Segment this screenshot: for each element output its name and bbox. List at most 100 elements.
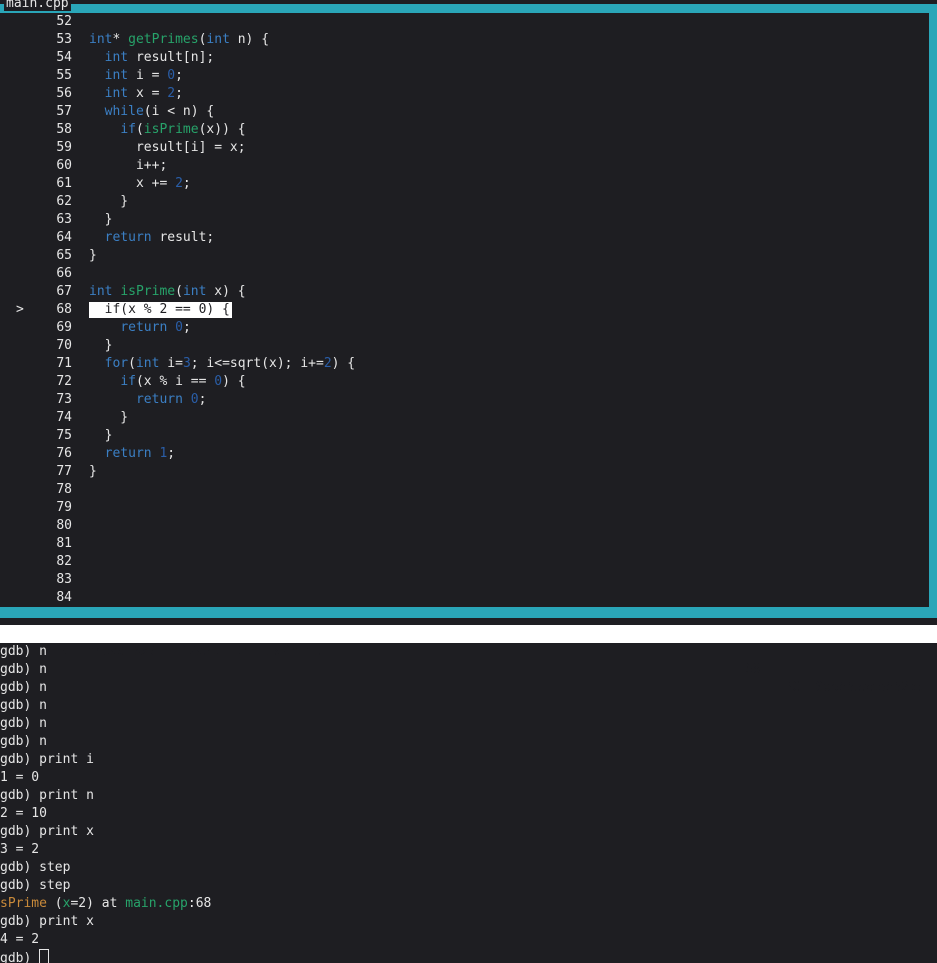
source-line: 82 (0, 553, 929, 571)
line-number: 74 (56, 410, 72, 425)
source-line: 69 return 0; (0, 319, 929, 337)
line-code: int x = 2; (104, 86, 183, 101)
line-number: 68 (56, 302, 72, 317)
line-number: 53 (56, 32, 72, 47)
source-window[interactable]: 52 53 int* getPrimes(int n) { 54 int result… (0, 13, 929, 607)
line-number: 73 (56, 392, 72, 407)
command-line: gdb) n (0, 698, 47, 713)
line-number: 77 (56, 464, 72, 479)
current-line-marker: > (16, 302, 24, 317)
source-line: 61 x += 2; (0, 175, 929, 193)
line-number: 52 (56, 14, 72, 29)
line-number: 71 (56, 356, 72, 371)
line-code: x += 2; (89, 176, 191, 191)
line-code: if(isPrime(x)) { (120, 122, 246, 137)
command-line: gdb) step (0, 860, 71, 875)
source-line: 66 (0, 265, 929, 283)
line-number: 54 (56, 50, 72, 65)
source-line: 83 (0, 571, 929, 589)
source-lines: 52 53 int* getPrimes(int n) { 54 int result… (0, 13, 929, 607)
line-code: return 0; (120, 320, 191, 335)
line-number: 80 (56, 518, 72, 533)
line-number: 78 (56, 482, 72, 497)
command-line: gdb) print x (0, 914, 94, 929)
command-window[interactable]: gdb) n gdb) n gdb) n gdb) n gdb) n gdb) n gdb)… (0, 643, 937, 963)
line-number: 83 (56, 572, 72, 587)
command-line: 4 = 2 (0, 932, 40, 947)
line-code: if(x % i == 0) { (120, 374, 246, 389)
line-code: } (89, 248, 97, 263)
line-code: while(i < n) { (104, 104, 215, 119)
line-code: int isPrime(int x) { (89, 284, 246, 299)
line-number: 62 (56, 194, 72, 209)
command-line: gdb) print n (0, 788, 94, 803)
source-line: 63 } (0, 211, 929, 229)
source-line: 65} (0, 247, 929, 265)
line-code: } (89, 410, 129, 425)
source-line: 78 (0, 481, 929, 499)
line-number: 75 (56, 428, 72, 443)
command-history-after: gdb) print x 4 = 2 (0, 913, 937, 949)
line-code: return 0; (135, 392, 207, 407)
line-number: 56 (56, 86, 72, 101)
line-number: 61 (56, 176, 72, 191)
source-line: 70 } (0, 337, 929, 355)
command-line: gdb) n (0, 662, 47, 677)
source-line: 57 while(i < n) { (0, 103, 929, 121)
line-number: 82 (56, 554, 72, 569)
line-code: int result[n]; (104, 50, 215, 65)
source-line: 81 (0, 535, 929, 553)
source-line: 77} (0, 463, 929, 481)
source-line: 67 int isPrime(int x) { (0, 283, 929, 301)
line-number: 67 (56, 284, 72, 299)
line-code: result[i] = x; (89, 140, 246, 155)
source-line: 73 return 0; (0, 391, 929, 409)
line-code: i++; (89, 158, 168, 173)
line-code: return result; (104, 230, 215, 245)
frame-open-paren: ( (46, 896, 63, 911)
source-line: >68 if(x % 2 == 0) { (0, 301, 929, 319)
line-number: 60 (56, 158, 72, 173)
line-number: 70 (56, 338, 72, 353)
line-number: 81 (56, 536, 72, 551)
current-line-highlight: if(x % 2 == 0) { (89, 302, 232, 318)
line-number: 59 (56, 140, 72, 155)
line-number: 72 (56, 374, 72, 389)
source-line: 56 int x = 2; (0, 85, 929, 103)
command-line: gdb) print x (0, 824, 94, 839)
source-line: 60 i++; (0, 157, 929, 175)
command-line: 3 = 2 (0, 842, 40, 857)
line-number: 57 (56, 104, 72, 119)
source-line: 54 int result[n]; (0, 49, 929, 67)
source-line: 55 int i = 0; (0, 67, 929, 85)
command-line: gdb) n (0, 734, 47, 749)
line-number: 64 (56, 230, 72, 245)
frame-function: sPrime (0, 896, 47, 911)
line-number: 65 (56, 248, 72, 263)
source-window-title: main.cpp (4, 0, 71, 11)
frame-info-line: sPrime (x=2) at main.cpp:68 (0, 895, 937, 913)
source-line: 84 (0, 589, 929, 607)
source-line: 72 if(x % i == 0) { (0, 373, 929, 391)
source-line: 75 } (0, 427, 929, 445)
line-code: } (89, 464, 97, 479)
command-line: gdb) step (0, 878, 71, 893)
frame-file: main.cpp (125, 896, 188, 911)
command-history: gdb) n gdb) n gdb) n gdb) n gdb) n gdb) n gdb)… (0, 643, 937, 895)
command-line: gdb) n (0, 644, 47, 659)
frame-arg-value: =2) at (70, 896, 126, 911)
frame-line: :68 (187, 896, 212, 911)
line-code: } (89, 194, 129, 209)
source-line: 71 for(int i=3; i<=sqrt(x); i+=2) { (0, 355, 929, 373)
line-code: int* getPrimes(int n) { (89, 32, 270, 47)
line-number: 66 (56, 266, 72, 281)
command-line: 2 = 10 (0, 806, 47, 821)
gdb-prompt-line[interactable]: gdb) (0, 949, 937, 963)
line-number: 63 (56, 212, 72, 227)
gdb-prompt: gdb) (0, 951, 40, 963)
source-line: 80 (0, 517, 929, 535)
line-number: 69 (56, 320, 72, 335)
line-code: for(int i=3; i<=sqrt(x); i+=2) { (104, 356, 356, 371)
line-code: int i = 0; (104, 68, 183, 83)
line-code: } (89, 212, 113, 227)
